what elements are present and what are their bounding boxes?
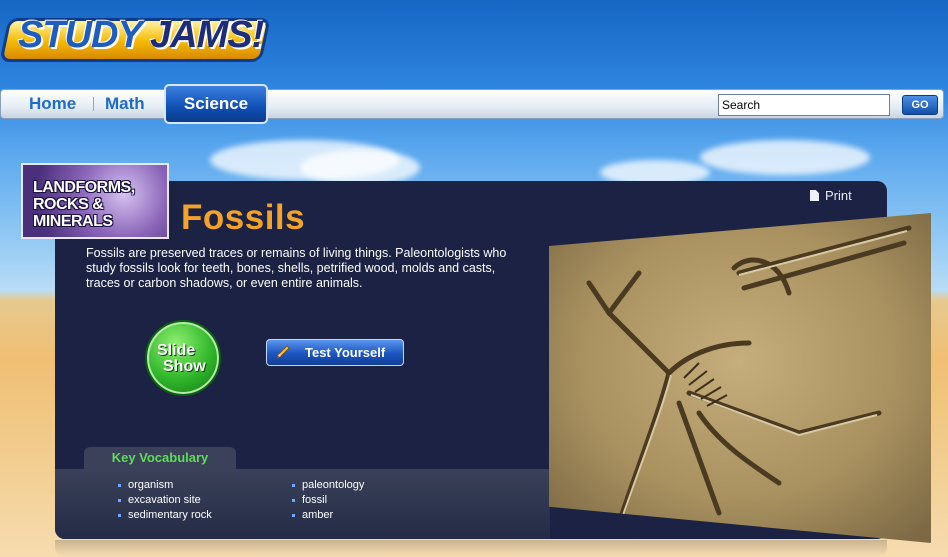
print-link[interactable]: Print [810, 188, 852, 203]
logo-text-jams: JAMS! [150, 14, 264, 56]
document-icon [810, 190, 819, 201]
badge-line-1: LANDFORMS, [33, 179, 135, 196]
test-yourself-label: Test Yourself [305, 345, 386, 360]
search-input[interactable] [718, 94, 890, 116]
print-label: Print [825, 188, 852, 203]
page-title: Fossils [181, 198, 306, 237]
vocab-term[interactable]: sedimentary rock [118, 508, 212, 523]
vocabulary-list-1: organism excavation site sedimentary roc… [118, 478, 212, 523]
vocab-term[interactable]: amber [292, 508, 364, 523]
vocabulary-list-2: paleontology fossil amber [292, 478, 364, 523]
cloud [300, 150, 420, 185]
badge-line-3: MINERALS [33, 213, 113, 230]
cloud [700, 140, 870, 175]
badge-line-2: ROCKS & [33, 196, 104, 213]
pterosaur-fossil-image [549, 213, 931, 543]
vocab-term[interactable]: paleontology [292, 478, 364, 493]
vocabulary-tab: Key Vocabulary [84, 447, 236, 471]
nav-science-tab[interactable]: Science [164, 84, 268, 124]
slide-show-button[interactable]: Slide Show [145, 320, 221, 396]
logo-text-study: STUDY [18, 14, 143, 56]
landforms-rocks-minerals-badge[interactable]: LANDFORMS, ROCKS & MINERALS [21, 163, 169, 239]
description-text: Fossils are preserved traces or remains … [86, 246, 507, 290]
test-yourself-button[interactable]: Test Yourself [266, 339, 404, 366]
go-button[interactable]: GO [902, 95, 938, 115]
panel-reflection [55, 540, 887, 557]
slide-show-label-2: Show [163, 358, 206, 375]
vocab-term[interactable]: fossil [292, 493, 364, 508]
nav-divider [93, 97, 94, 111]
vocab-term[interactable]: excavation site [118, 493, 212, 508]
study-jams-logo[interactable]: STUDY JAMS! [0, 6, 272, 68]
nav-math-link[interactable]: Math [105, 94, 145, 114]
vocab-term[interactable]: organism [118, 478, 212, 493]
nav-home-link[interactable]: Home [29, 94, 76, 114]
pencil-icon [276, 345, 290, 359]
